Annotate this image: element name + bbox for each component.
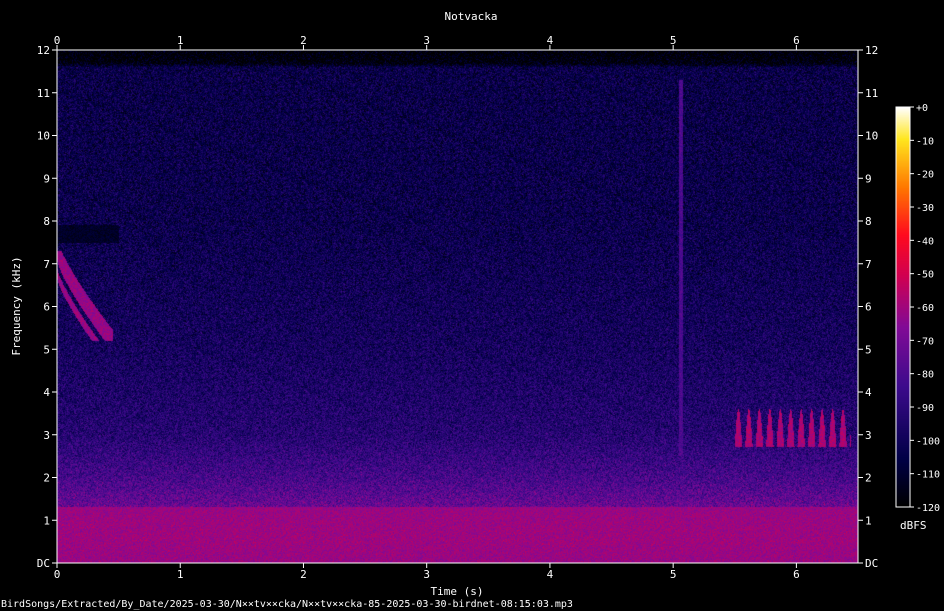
x-axis-label: Time (s) <box>431 585 484 598</box>
y-tick-label-right: DC <box>865 557 878 570</box>
colorbar-tick-label: -50 <box>916 270 934 281</box>
x-tick-label-bottom: 6 <box>793 568 800 581</box>
y-tick-label-left: 8 <box>43 215 50 228</box>
chart-title: Notvacka <box>445 10 498 23</box>
x-tick-label-bottom: 2 <box>300 568 307 581</box>
y-tick-label-right: 5 <box>865 343 872 356</box>
y-tick-label-right: 11 <box>865 87 878 100</box>
y-tick-label-left: 9 <box>43 172 50 185</box>
y-tick-label-right: 7 <box>865 258 872 271</box>
y-tick-label-left: 11 <box>37 87 50 100</box>
y-tick-label-left: 5 <box>43 343 50 356</box>
colorbar-label: dBFS <box>900 519 927 532</box>
y-tick-label-right: 2 <box>865 472 872 485</box>
colorbar-tick-label: -120 <box>916 503 940 514</box>
y-tick-label-right: 6 <box>865 301 872 314</box>
y-tick-label-right: 12 <box>865 44 878 57</box>
y-tick-label-right: 8 <box>865 215 872 228</box>
y-tick-label-left: 12 <box>37 44 50 57</box>
y-tick-label-left: 4 <box>43 386 50 399</box>
colorbar-tick-label: -40 <box>916 236 934 247</box>
y-tick-label-right: 9 <box>865 172 872 185</box>
colorbar-tick-label: +0 <box>916 103 928 114</box>
spectrogram-chart: Notvacka 00112233445566DC DC1 12 23 34 45 56 67… <box>1 10 940 610</box>
colorbar-tick-label: -60 <box>916 303 934 314</box>
y-tick-label-right: 4 <box>865 386 872 399</box>
colorbar-tick-label: -30 <box>916 203 934 214</box>
colorbar: +0 -10 -20 -30 -40 -50 -60 -70 -80 -90 -100 -110 -12… <box>895 103 940 532</box>
y-tick-label-right: 10 <box>865 130 878 143</box>
y-tick-label-right: 3 <box>865 429 872 442</box>
colorbar-tick-label: -100 <box>916 436 940 447</box>
x-tick-label-top: 6 <box>793 34 800 47</box>
colorbar-gradient <box>896 107 910 507</box>
y-tick-label-left: 6 <box>43 301 50 314</box>
file-path: BirdSongs/Extracted/By_Date/2025-03-30/N… <box>1 599 573 610</box>
x-tick-label-bottom: 5 <box>670 568 677 581</box>
x-tick-label-bottom: 1 <box>177 568 184 581</box>
y-tick-label-left: 7 <box>43 258 50 271</box>
y-tick-label-left: 2 <box>43 472 50 485</box>
y-tick-label-left: 10 <box>37 130 50 143</box>
y-tick-label-left: 3 <box>43 429 50 442</box>
y-tick-label-left: DC <box>37 557 50 570</box>
y-tick-label-left: 1 <box>43 514 50 527</box>
x-tick-label-top: 0 <box>54 34 61 47</box>
colorbar-tick-label: -110 <box>916 470 940 481</box>
colorbar-tick-label: -90 <box>916 403 934 414</box>
x-tick-label-top: 3 <box>423 34 430 47</box>
x-tick-label-bottom: 4 <box>547 568 554 581</box>
colorbar-tick-label: -70 <box>916 336 934 347</box>
x-tick-label-top: 5 <box>670 34 677 47</box>
colorbar-tick-label: -80 <box>916 370 934 381</box>
x-tick-label-top: 2 <box>300 34 307 47</box>
spectrogram-heatmap <box>57 50 858 563</box>
x-tick-label-top: 1 <box>177 34 184 47</box>
colorbar-tick-label: -10 <box>916 136 934 147</box>
x-tick-label-bottom: 3 <box>423 568 430 581</box>
y-axis-label: Frequency (kHz) <box>10 256 23 355</box>
y-tick-label-right: 1 <box>865 514 872 527</box>
x-tick-label-bottom: 0 <box>54 568 61 581</box>
colorbar-tick-label: -20 <box>916 170 934 181</box>
x-tick-label-top: 4 <box>547 34 554 47</box>
plot-area <box>56 49 859 564</box>
